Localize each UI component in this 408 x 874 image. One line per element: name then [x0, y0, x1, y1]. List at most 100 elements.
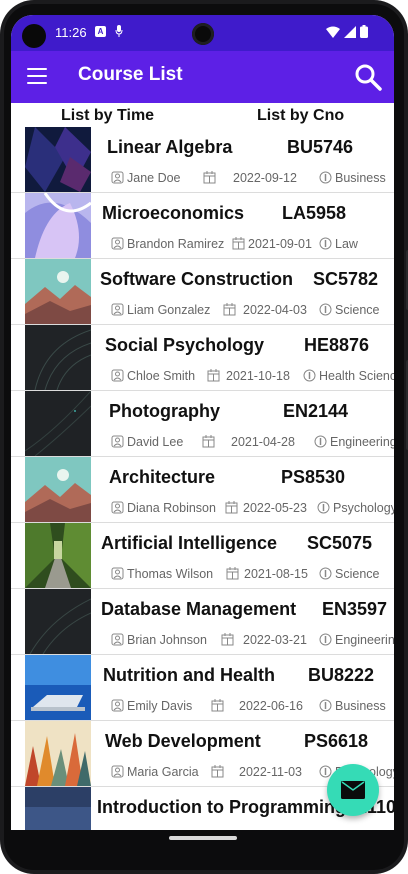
- course-cno: PS6618: [304, 731, 369, 751]
- teacher-icon: [111, 567, 124, 580]
- teacher-icon: [111, 435, 124, 448]
- teacher-icon: [111, 765, 124, 778]
- department-icon: [319, 567, 332, 580]
- teacher-name: David Lee: [127, 435, 184, 449]
- signal-icon: [344, 25, 356, 38]
- course-name: Nutrition and Health: [103, 665, 275, 685]
- course-date: 2021-04-28: [231, 435, 295, 449]
- teacher-name: Jane Doe: [127, 171, 181, 185]
- course-cno: SC5075: [307, 533, 373, 553]
- department-icon: [319, 171, 332, 184]
- course-row[interactable]: Software Construction SC5782 Liam Gonzal…: [11, 259, 394, 325]
- course-name: Linear Algebra: [107, 137, 233, 157]
- course-thumbnail: [25, 655, 91, 720]
- teacher-name: Chloe Smith: [127, 369, 196, 383]
- calendar-icon: [202, 435, 215, 448]
- course-row[interactable]: Database Management EN3597 Brian Johnson…: [11, 589, 394, 655]
- meta-date: 2022-09-12: [203, 171, 297, 185]
- a-badge-icon: A: [95, 26, 106, 37]
- course-thumbnail: [25, 589, 91, 654]
- course-row[interactable]: Linear Algebra BU5746 Jane Doe 2022-09-1…: [11, 127, 394, 193]
- meta-teacher: Maria Garcia: [111, 765, 199, 779]
- course-name: Introduction to Programming: [97, 797, 346, 817]
- app-bar: Course List: [11, 51, 394, 103]
- page-title: Course List: [78, 64, 183, 85]
- course-dept: Business: [335, 699, 386, 713]
- calendar-icon: [211, 699, 224, 712]
- teacher-icon: [111, 303, 124, 316]
- meta-dept: Engineering: [314, 435, 394, 449]
- battery-icon: [360, 25, 368, 38]
- meta-dept: Law: [319, 237, 358, 251]
- course-name: Database Management: [101, 599, 297, 619]
- course-date: 2022-04-03: [243, 303, 307, 317]
- mic-icon: [115, 25, 123, 37]
- teacher-icon: [111, 633, 124, 646]
- teacher-name: Diana Robinson: [127, 501, 216, 515]
- meta-teacher: Thomas Wilson: [111, 567, 213, 581]
- meta-date: 2021-08-15: [226, 567, 308, 581]
- meta-teacher: Emily Davis: [111, 699, 192, 713]
- course-dept: Engineering: [330, 435, 394, 449]
- course-date: 2022-09-12: [233, 171, 297, 185]
- course-thumbnail: [25, 259, 91, 324]
- teacher-name: Maria Garcia: [127, 765, 199, 779]
- course-name: Social Psychology: [105, 335, 265, 355]
- course-dept: Health Science: [319, 369, 394, 383]
- course-thumbnail: [25, 787, 91, 830]
- meta-teacher: Chloe Smith: [111, 369, 195, 383]
- list-by-time-button[interactable]: List by Time: [61, 107, 154, 125]
- department-icon: [319, 633, 332, 646]
- teacher-name: Brian Johnson: [127, 633, 207, 647]
- meta-teacher: Diana Robinson: [111, 501, 216, 515]
- teacher-icon: [111, 237, 124, 250]
- mail-icon: [341, 781, 365, 799]
- department-icon: [314, 435, 327, 448]
- list-by-cno-button[interactable]: List by Cno: [257, 107, 344, 125]
- teacher-icon: [111, 699, 124, 712]
- department-icon: [317, 501, 330, 514]
- course-row[interactable]: Artificial Intelligence SC5075 Thomas Wi…: [11, 523, 394, 589]
- teacher-name: Liam Gonzalez: [127, 303, 211, 317]
- calendar-icon: [226, 567, 239, 580]
- course-date: 2022-03-21: [243, 633, 307, 647]
- status-time: 11:26: [55, 25, 87, 40]
- meta-dept: Business: [319, 171, 386, 185]
- course-dept: Science: [335, 303, 380, 317]
- meta-date: 2022-05-23: [225, 501, 307, 515]
- compose-fab[interactable]: [327, 764, 379, 816]
- sort-bar: List by Time List by Cno: [11, 103, 394, 127]
- course-row[interactable]: Microeconomics LA5958 Brandon Ramirez 20…: [11, 193, 394, 259]
- course-row[interactable]: Photography EN2144 David Lee 2021-04-28 …: [11, 391, 394, 457]
- course-dept: Psychology: [333, 501, 394, 515]
- course-name: Architecture: [109, 467, 216, 487]
- calendar-icon: [211, 765, 224, 778]
- teacher-name: Thomas Wilson: [127, 567, 214, 581]
- course-date: 2022-06-16: [239, 699, 303, 713]
- department-icon: [319, 303, 332, 316]
- search-icon[interactable]: [354, 63, 382, 91]
- wifi-icon: [326, 26, 340, 38]
- status-bar: 11:26 A: [11, 15, 394, 51]
- calendar-icon: [203, 171, 216, 184]
- course-name: Web Development: [105, 731, 261, 751]
- meta-dept: Health Science: [303, 369, 394, 383]
- course-row[interactable]: Social Psychology HE8876 Chloe Smith 202…: [11, 325, 394, 391]
- meta-date: 2021-04-28: [202, 435, 295, 449]
- menu-icon[interactable]: [27, 68, 47, 84]
- navigation-bar: [11, 830, 394, 858]
- course-date: 2021-10-18: [226, 369, 290, 383]
- course-row[interactable]: Architecture PS8530 Diana Robinson 2022-…: [11, 457, 394, 523]
- teacher-name: Brandon Ramirez: [127, 237, 225, 251]
- home-gesture-handle[interactable]: [169, 836, 237, 840]
- course-dept: Business: [335, 171, 386, 185]
- course-dept: Law: [335, 237, 358, 251]
- calendar-icon: [232, 237, 245, 250]
- course-dept: Engineering: [335, 633, 394, 647]
- teacher-icon: [111, 171, 124, 184]
- meta-teacher: Liam Gonzalez: [111, 303, 210, 317]
- department-icon: [303, 369, 316, 382]
- meta-date: 2021-10-18: [207, 369, 290, 383]
- course-row[interactable]: Nutrition and Health BU8222 Emily Davis …: [11, 655, 394, 721]
- meta-date: 2022-11-03: [211, 765, 302, 779]
